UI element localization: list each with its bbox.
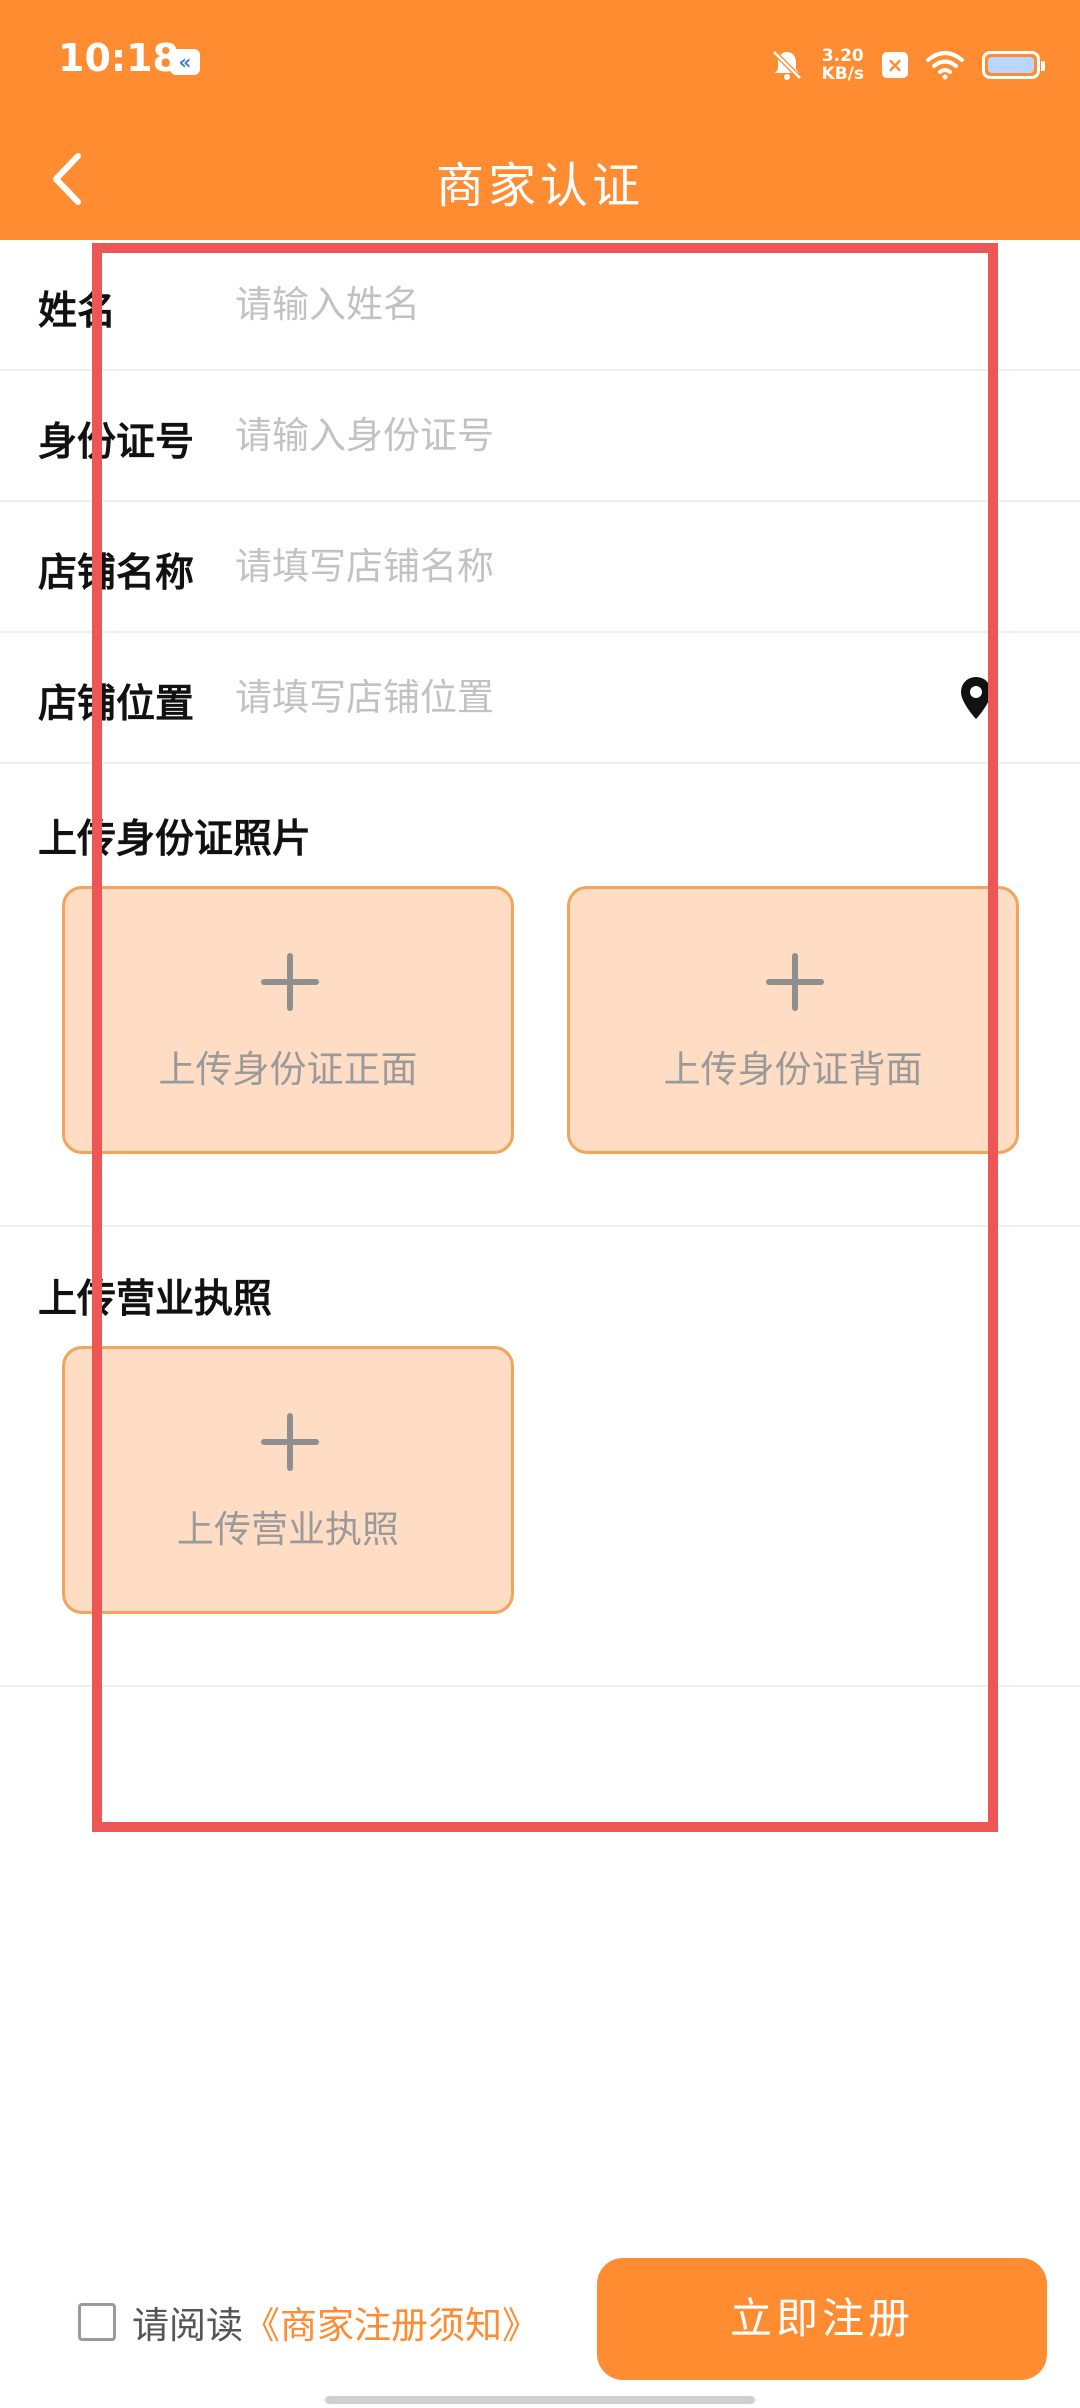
agreement-row: 请阅读 《商家注册须知》 [78, 2294, 539, 2350]
agree-prefix: 请阅读 [132, 2304, 243, 2347]
shop-name-label: 店铺名称 [38, 551, 195, 596]
upload-id-back-button[interactable]: 上传身份证背面 [567, 886, 1019, 1154]
page-title: 商家认证 [435, 158, 644, 214]
status-bar: 10:18 « 3.20 KB/s × [0, 0, 1080, 120]
merchant-terms-link[interactable]: 《商家注册须知》 [243, 2295, 539, 2349]
status-time: 10:18 [58, 36, 179, 80]
wifi-icon [926, 51, 964, 80]
form-row-name: 姓名 [0, 240, 1080, 371]
section-divider [0, 1225, 1080, 1227]
form-row-shop-name: 店铺名称 [0, 502, 1080, 633]
upload-license-button[interactable]: 上传营业执照 [62, 1346, 514, 1614]
upload-id-front-button[interactable]: 上传身份证正面 [62, 886, 514, 1154]
shop-name-input[interactable] [235, 532, 935, 600]
name-input[interactable] [235, 270, 935, 338]
plus-icon [65, 947, 511, 1017]
app-header: 10:18 « 3.20 KB/s × 商家认证 [0, 0, 1080, 240]
form-row-id-number: 身份证号 [0, 371, 1080, 502]
battery-fill [988, 57, 1034, 73]
status-icons: 3.20 KB/s × [770, 40, 1045, 90]
app-notification-icon: « [170, 49, 200, 75]
upload-id-front-label: 上传身份证正面 [158, 1048, 418, 1091]
location-pin-icon[interactable] [958, 675, 994, 721]
id-number-input[interactable] [235, 401, 935, 469]
shop-location-label: 店铺位置 [38, 682, 195, 727]
battery-icon [982, 51, 1045, 79]
upload-id-back-label: 上传身份证背面 [663, 1048, 923, 1091]
register-button[interactable]: 立即注册 [597, 2258, 1047, 2380]
agree-checkbox[interactable] [78, 2303, 116, 2341]
upload-license-label: 上传营业执照 [177, 1508, 399, 1551]
id-upload-title: 上传身份证照片 [38, 817, 312, 862]
id-number-label: 身份证号 [38, 420, 195, 465]
plus-icon [65, 1407, 511, 1477]
home-indicator[interactable] [325, 2396, 755, 2404]
plus-icon [570, 947, 1016, 1017]
shop-location-input[interactable] [235, 663, 925, 731]
net-speed-unit: KB/s [821, 64, 864, 84]
nav-bar: 商家认证 [0, 120, 1080, 240]
bell-muted-icon [771, 50, 802, 80]
license-upload-title: 上传营业执照 [38, 1277, 273, 1322]
network-speed: 3.20 KB/s [822, 47, 864, 83]
name-label: 姓名 [38, 289, 117, 334]
form-row-shop-location: 店铺位置 [0, 633, 1080, 764]
net-speed-value: 3.20 [821, 46, 864, 66]
section-divider [0, 1685, 1080, 1687]
close-badge-icon: × [882, 52, 908, 78]
